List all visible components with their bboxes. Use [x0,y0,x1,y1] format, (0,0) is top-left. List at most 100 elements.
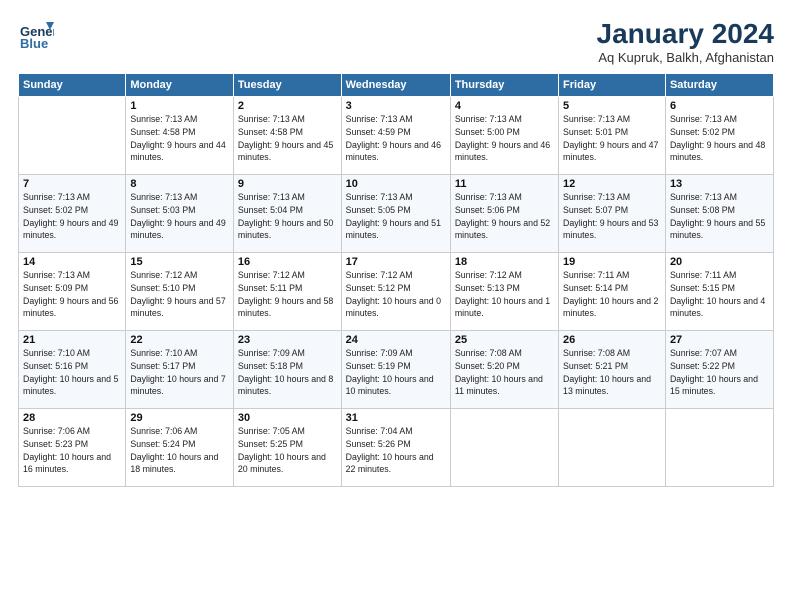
day-number: 15 [130,256,229,268]
table-cell: 5 Sunrise: 7:13 AM Sunset: 5:01 PM Dayli… [559,97,666,175]
day-info: Sunrise: 7:13 AM Sunset: 4:58 PM Dayligh… [238,113,337,164]
day-number: 8 [130,178,229,190]
title-block: January 2024 Aq Kupruk, Balkh, Afghanist… [597,18,774,65]
daylight-text: Daylight: 9 hours and 50 minutes. [238,218,333,241]
logo-icon: General Blue [18,18,54,54]
table-cell: 10 Sunrise: 7:13 AM Sunset: 5:05 PM Dayl… [341,175,450,253]
sunset-text: Sunset: 5:14 PM [563,283,628,293]
sunrise-text: Sunrise: 7:13 AM [563,114,630,124]
table-cell: 9 Sunrise: 7:13 AM Sunset: 5:04 PM Dayli… [233,175,341,253]
table-cell: 26 Sunrise: 7:08 AM Sunset: 5:21 PM Dayl… [559,331,666,409]
sunset-text: Sunset: 5:15 PM [670,283,735,293]
day-number: 19 [563,256,661,268]
daylight-text: Daylight: 9 hours and 49 minutes. [130,218,225,241]
day-number: 6 [670,100,769,112]
day-info: Sunrise: 7:08 AM Sunset: 5:21 PM Dayligh… [563,347,661,398]
day-number: 9 [238,178,337,190]
sunset-text: Sunset: 5:00 PM [455,127,520,137]
day-number: 17 [346,256,446,268]
table-cell: 30 Sunrise: 7:05 AM Sunset: 5:25 PM Dayl… [233,409,341,487]
sunset-text: Sunset: 5:01 PM [563,127,628,137]
sunset-text: Sunset: 5:19 PM [346,361,411,371]
sunset-text: Sunset: 5:13 PM [455,283,520,293]
sunrise-text: Sunrise: 7:12 AM [455,270,522,280]
daylight-text: Daylight: 9 hours and 47 minutes. [563,140,658,163]
table-cell: 13 Sunrise: 7:13 AM Sunset: 5:08 PM Dayl… [665,175,773,253]
table-cell: 29 Sunrise: 7:06 AM Sunset: 5:24 PM Dayl… [126,409,234,487]
day-info: Sunrise: 7:05 AM Sunset: 5:25 PM Dayligh… [238,425,337,476]
day-info: Sunrise: 7:13 AM Sunset: 5:05 PM Dayligh… [346,191,446,242]
day-number: 1 [130,100,229,112]
daylight-text: Daylight: 10 hours and 4 minutes. [670,296,765,319]
day-number: 11 [455,178,554,190]
calendar-week-row: 7 Sunrise: 7:13 AM Sunset: 5:02 PM Dayli… [19,175,774,253]
logo: General Blue [18,18,58,54]
day-info: Sunrise: 7:12 AM Sunset: 5:12 PM Dayligh… [346,269,446,320]
sunset-text: Sunset: 4:58 PM [238,127,303,137]
day-info: Sunrise: 7:13 AM Sunset: 5:07 PM Dayligh… [563,191,661,242]
daylight-text: Daylight: 10 hours and 10 minutes. [346,374,434,397]
day-number: 13 [670,178,769,190]
day-info: Sunrise: 7:13 AM Sunset: 5:09 PM Dayligh… [23,269,121,320]
page: General Blue January 2024 Aq Kupruk, Bal… [0,0,792,612]
sunset-text: Sunset: 5:17 PM [130,361,195,371]
sunrise-text: Sunrise: 7:04 AM [346,426,413,436]
daylight-text: Daylight: 10 hours and 16 minutes. [23,452,111,475]
table-cell [559,409,666,487]
day-info: Sunrise: 7:13 AM Sunset: 5:06 PM Dayligh… [455,191,554,242]
sunrise-text: Sunrise: 7:12 AM [346,270,413,280]
day-info: Sunrise: 7:12 AM Sunset: 5:13 PM Dayligh… [455,269,554,320]
sunrise-text: Sunrise: 7:12 AM [130,270,197,280]
sunrise-text: Sunrise: 7:13 AM [455,114,522,124]
day-info: Sunrise: 7:09 AM Sunset: 5:19 PM Dayligh… [346,347,446,398]
daylight-text: Daylight: 9 hours and 51 minutes. [346,218,441,241]
table-cell: 6 Sunrise: 7:13 AM Sunset: 5:02 PM Dayli… [665,97,773,175]
day-info: Sunrise: 7:13 AM Sunset: 4:58 PM Dayligh… [130,113,229,164]
daylight-text: Daylight: 9 hours and 56 minutes. [23,296,118,319]
day-number: 24 [346,334,446,346]
sunrise-text: Sunrise: 7:08 AM [563,348,630,358]
day-number: 28 [23,412,121,424]
sunrise-text: Sunrise: 7:13 AM [23,270,90,280]
day-info: Sunrise: 7:13 AM Sunset: 5:00 PM Dayligh… [455,113,554,164]
table-cell: 23 Sunrise: 7:09 AM Sunset: 5:18 PM Dayl… [233,331,341,409]
sunset-text: Sunset: 5:03 PM [130,205,195,215]
calendar-week-row: 21 Sunrise: 7:10 AM Sunset: 5:16 PM Dayl… [19,331,774,409]
table-cell: 22 Sunrise: 7:10 AM Sunset: 5:17 PM Dayl… [126,331,234,409]
daylight-text: Daylight: 9 hours and 45 minutes. [238,140,333,163]
day-number: 3 [346,100,446,112]
sunrise-text: Sunrise: 7:13 AM [238,114,305,124]
table-cell: 14 Sunrise: 7:13 AM Sunset: 5:09 PM Dayl… [19,253,126,331]
sunrise-text: Sunrise: 7:11 AM [670,270,736,280]
sunrise-text: Sunrise: 7:10 AM [23,348,90,358]
table-cell: 24 Sunrise: 7:09 AM Sunset: 5:19 PM Dayl… [341,331,450,409]
svg-text:Blue: Blue [20,36,48,51]
daylight-text: Daylight: 9 hours and 44 minutes. [130,140,225,163]
table-cell: 17 Sunrise: 7:12 AM Sunset: 5:12 PM Dayl… [341,253,450,331]
sunset-text: Sunset: 5:22 PM [670,361,735,371]
sunrise-text: Sunrise: 7:08 AM [455,348,522,358]
sunset-text: Sunset: 5:02 PM [23,205,88,215]
day-number: 23 [238,334,337,346]
sunset-text: Sunset: 5:20 PM [455,361,520,371]
sunset-text: Sunset: 4:59 PM [346,127,411,137]
daylight-text: Daylight: 10 hours and 1 minute. [455,296,550,319]
daylight-text: Daylight: 9 hours and 57 minutes. [130,296,225,319]
day-info: Sunrise: 7:04 AM Sunset: 5:26 PM Dayligh… [346,425,446,476]
table-cell: 18 Sunrise: 7:12 AM Sunset: 5:13 PM Dayl… [450,253,558,331]
table-cell [19,97,126,175]
daylight-text: Daylight: 10 hours and 18 minutes. [130,452,218,475]
sunrise-text: Sunrise: 7:13 AM [346,114,413,124]
day-number: 2 [238,100,337,112]
day-info: Sunrise: 7:06 AM Sunset: 5:23 PM Dayligh… [23,425,121,476]
sunset-text: Sunset: 5:06 PM [455,205,520,215]
table-cell [665,409,773,487]
sunset-text: Sunset: 5:09 PM [23,283,88,293]
sunrise-text: Sunrise: 7:13 AM [130,114,197,124]
sunrise-text: Sunrise: 7:09 AM [346,348,413,358]
calendar-week-row: 1 Sunrise: 7:13 AM Sunset: 4:58 PM Dayli… [19,97,774,175]
daylight-text: Daylight: 10 hours and 13 minutes. [563,374,651,397]
sunrise-text: Sunrise: 7:13 AM [23,192,90,202]
day-info: Sunrise: 7:11 AM Sunset: 5:14 PM Dayligh… [563,269,661,320]
sunrise-text: Sunrise: 7:13 AM [238,192,305,202]
